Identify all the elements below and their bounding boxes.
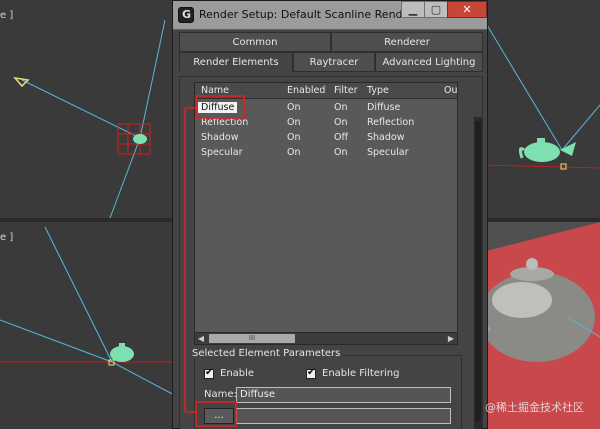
close-button[interactable]: ✕ xyxy=(447,1,487,18)
scrollbar-thumb[interactable]: III xyxy=(209,334,295,343)
column-enabled[interactable]: Enabled xyxy=(287,85,325,96)
viewport-top-left[interactable]: e ] xyxy=(0,0,178,218)
column-filter[interactable]: Filter xyxy=(334,85,358,96)
render-setup-dialog: Render Setup: Default Scanline Renderer … xyxy=(172,0,488,429)
row-enabled: On xyxy=(287,147,301,158)
name-field[interactable]: Diffuse xyxy=(236,387,451,403)
row-filter: On xyxy=(334,102,348,113)
minimize-button[interactable]: ▁ xyxy=(401,1,425,18)
dialog-titlebar[interactable]: Render Setup: Default Scanline Renderer … xyxy=(173,1,487,30)
list-item-shadow[interactable]: Shadow On Off Shadow xyxy=(195,131,457,145)
row-type: Shadow xyxy=(367,132,405,143)
enable-filtering-label: Enable Filtering xyxy=(322,368,400,379)
viewport-scene-front xyxy=(0,226,178,398)
row-name: Shadow xyxy=(201,132,239,143)
row-name: Diffuse xyxy=(198,102,238,113)
viewport-scene-lights xyxy=(13,19,166,218)
row-type: Reflection xyxy=(367,117,415,128)
scrollbar-thumb[interactable] xyxy=(475,121,481,421)
group-title: Selected Element Parameters xyxy=(190,348,343,359)
light-icon xyxy=(13,76,30,88)
scroll-right-icon[interactable]: ▶ xyxy=(445,333,457,344)
panel-vertical-scrollbar[interactable] xyxy=(474,117,482,429)
list-item-specular[interactable]: Specular On On Specular xyxy=(195,146,457,160)
tab-renderer[interactable]: Renderer xyxy=(331,32,483,52)
teapot-icon xyxy=(524,142,560,162)
tab-raytracer[interactable]: Raytracer xyxy=(293,52,375,72)
row-filter: Off xyxy=(334,132,349,143)
row-type: Specular xyxy=(367,147,409,158)
enable-checkbox[interactable] xyxy=(204,367,214,379)
list-horizontal-scrollbar[interactable]: ◀ III ▶ xyxy=(194,332,458,345)
column-output[interactable]: Ou xyxy=(444,85,457,96)
render-elements-list[interactable]: Name Enabled Filter Type Ou Diffuse On O… xyxy=(194,82,458,338)
tab-advanced-lighting[interactable]: Advanced Lighting xyxy=(375,52,483,72)
minimize-icon: ▁ xyxy=(408,3,418,16)
viewport-bottom-right[interactable] xyxy=(482,222,600,429)
close-icon: ✕ xyxy=(462,3,472,16)
window-controls: ▁ ▢ ✕ xyxy=(401,1,487,21)
viewport-top-right[interactable] xyxy=(482,0,600,218)
output-path-field[interactable] xyxy=(236,408,451,424)
column-name[interactable]: Name xyxy=(201,85,229,96)
row-filter: On xyxy=(334,117,348,128)
grip-icon: III xyxy=(248,334,256,342)
row-enabled: On xyxy=(287,102,301,113)
list-item-reflection[interactable]: Reflection On On Reflection xyxy=(195,116,457,130)
tab-render-elements[interactable]: Render Elements xyxy=(179,52,293,72)
row-name: Specular xyxy=(201,147,243,158)
enable-filtering-checkbox[interactable] xyxy=(306,367,316,379)
row-enabled: On xyxy=(287,117,301,128)
dialog-title: Render Setup: Default Scanline Renderer xyxy=(199,8,425,21)
list-header: Name Enabled Filter Type Ou xyxy=(195,83,457,99)
scroll-left-icon[interactable]: ◀ xyxy=(195,333,207,344)
viewport-scene-render xyxy=(482,222,600,429)
app-icon xyxy=(178,7,194,23)
tab-strip: Common Renderer Render Elements Raytrace… xyxy=(179,32,483,76)
column-type[interactable]: Type xyxy=(367,85,389,96)
row-enabled: On xyxy=(287,132,301,143)
screenshot-root: e ] e ] G Render Setup: Default Scanline… xyxy=(0,0,600,429)
row-filter: On xyxy=(334,147,348,158)
watermark: @稀土掘金技术社区 xyxy=(485,401,584,414)
browse-button[interactable]: ... xyxy=(204,408,234,424)
list-item-diffuse[interactable]: Diffuse On On Diffuse xyxy=(195,101,457,115)
maximize-button[interactable]: ▢ xyxy=(424,1,448,18)
name-label: Name: xyxy=(204,389,237,400)
render-elements-panel: Name Enabled Filter Type Ou Diffuse On O… xyxy=(179,76,483,429)
teapot-icon xyxy=(133,134,147,144)
row-name: Reflection xyxy=(201,117,249,128)
row-type: Diffuse xyxy=(367,102,401,113)
tab-common[interactable]: Common xyxy=(179,32,331,52)
viewport-scene-perspective xyxy=(482,24,600,170)
viewport-bottom-left[interactable]: e ] xyxy=(0,222,178,429)
restore-icon: ▢ xyxy=(430,3,442,16)
enable-label: Enable xyxy=(220,368,255,379)
